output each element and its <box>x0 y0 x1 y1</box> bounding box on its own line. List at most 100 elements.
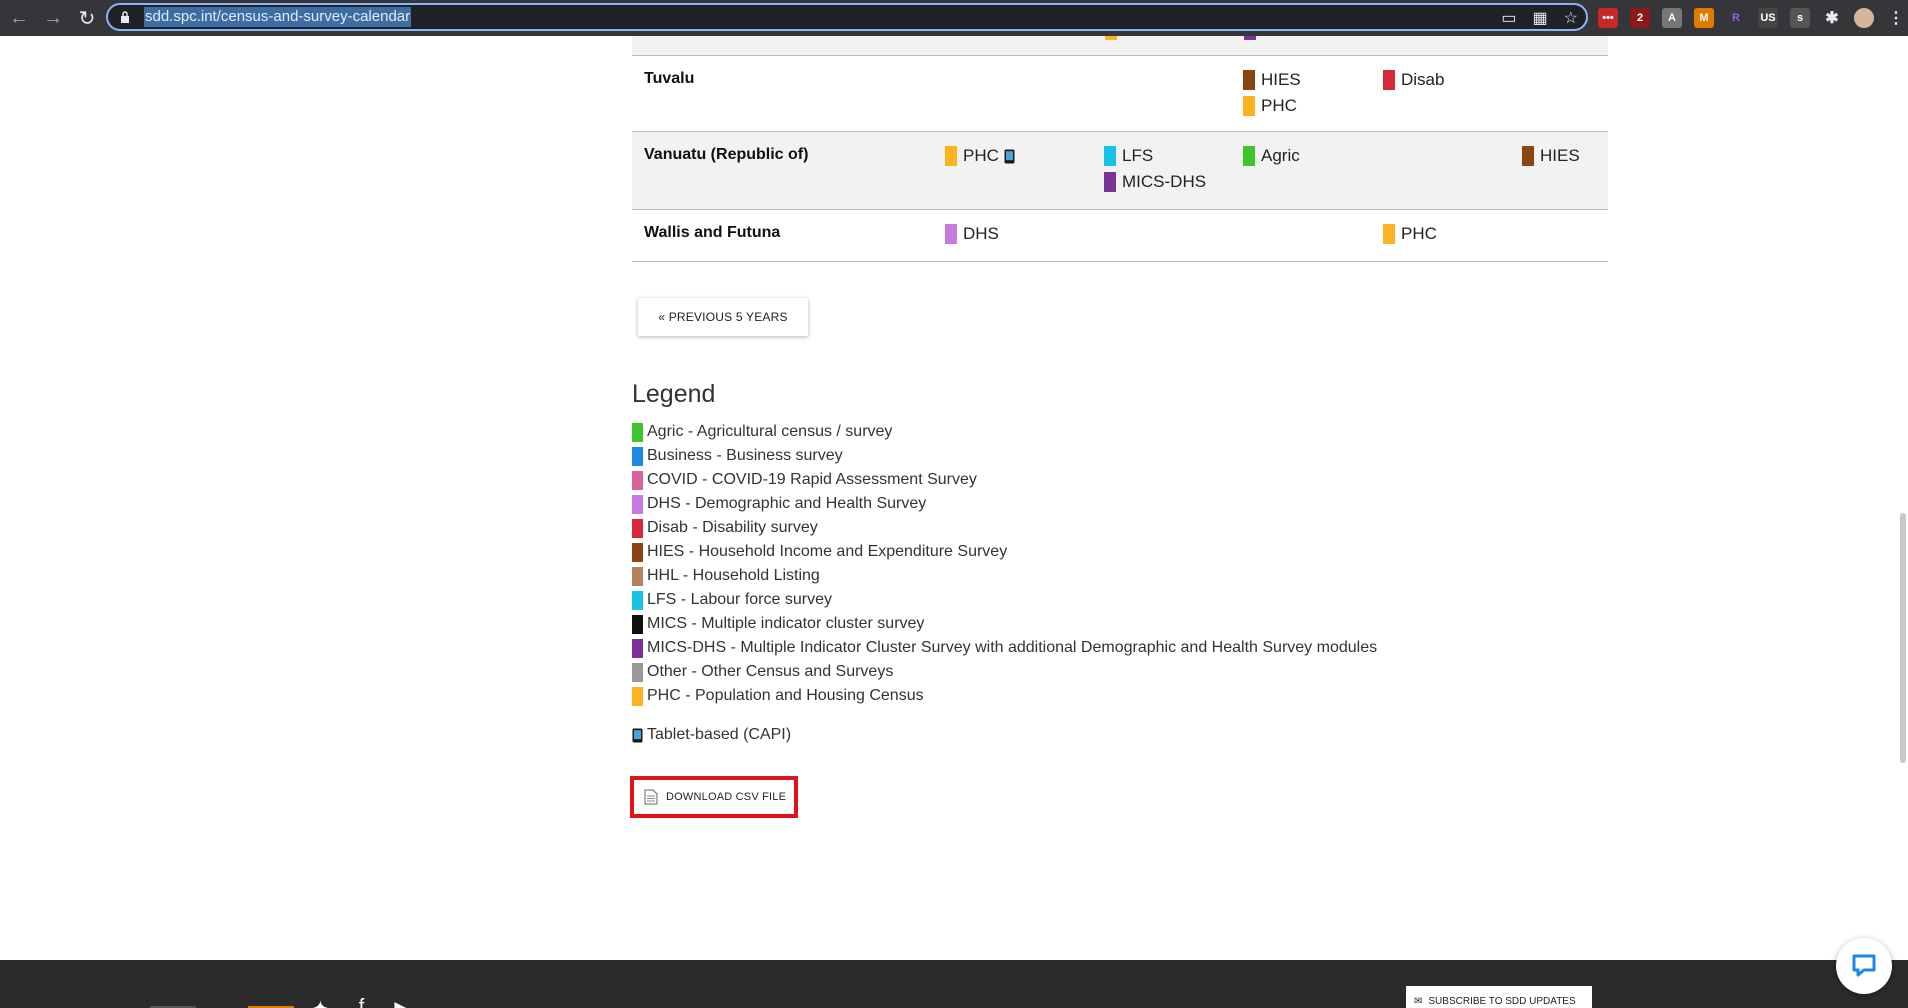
calendar-cell: PHC <box>945 146 1015 172</box>
previous-5-years-button[interactable]: « PREVIOUS 5 YEARS <box>638 298 808 336</box>
survey-chip[interactable]: DHS <box>945 224 999 244</box>
chat-icon <box>1852 954 1876 977</box>
legend-color-swatch <box>632 638 643 658</box>
survey-chip[interactable]: MICS-DHS <box>1104 172 1206 192</box>
profile-avatar[interactable] <box>1854 8 1874 28</box>
survey-chip[interactable]: LFS <box>1104 146 1206 166</box>
survey-code: DHS <box>963 224 999 243</box>
document-icon <box>644 789 658 805</box>
legend-item: DHS - Demographic and Health Survey <box>632 492 1377 516</box>
legend-title: Legend <box>632 380 716 408</box>
survey-color-swatch <box>1243 146 1255 166</box>
extension-r-icon[interactable]: R <box>1726 8 1746 28</box>
address-bar[interactable]: sdd.spc.int/census-and-survey-calendar ▭… <box>106 3 1588 31</box>
survey-code: Agric <box>1261 146 1300 165</box>
legend-color-swatch <box>632 494 643 514</box>
survey-chip[interactable]: PHC <box>1243 96 1301 116</box>
mail-icon: ✉ <box>1414 995 1423 1007</box>
survey-color-swatch <box>1383 70 1395 90</box>
survey-code: PHC <box>1261 96 1297 115</box>
legend-color-swatch <box>632 470 643 490</box>
survey-color-swatch <box>1383 224 1395 244</box>
legend-color-swatch <box>632 566 643 586</box>
calendar-cell: Agric <box>1243 146 1300 172</box>
survey-code: MICS-DHS <box>1122 172 1207 191</box>
extension-lastpass-icon[interactable]: ••• <box>1598 8 1618 28</box>
back-icon[interactable]: ← <box>4 3 34 33</box>
survey-code: PHC <box>1401 224 1437 243</box>
reload-icon[interactable]: ↻ <box>72 3 102 33</box>
survey-color-swatch <box>1522 146 1534 166</box>
youtube-icon[interactable]: ▶ <box>394 996 409 1008</box>
cast-icon[interactable]: ▭ <box>1501 8 1516 28</box>
extension-s-icon[interactable]: s <box>1790 8 1810 28</box>
extension-grey-icon[interactable]: A <box>1662 8 1682 28</box>
survey-color-swatch <box>1243 70 1255 90</box>
legend-item-text: PHC - Population and Housing Census <box>647 687 924 704</box>
twitter-icon[interactable]: ✦ <box>312 996 329 1008</box>
survey-code: HIES <box>1261 70 1301 89</box>
download-csv-button[interactable]: DOWNLOAD CSV FILE <box>630 776 798 818</box>
survey-code: HIES <box>1540 146 1580 165</box>
legend-item: Business - Business survey <box>632 444 1377 468</box>
legend-color-swatch <box>632 590 643 610</box>
survey-color-swatch <box>1104 172 1116 192</box>
survey-code: Disab <box>1401 70 1445 89</box>
legend-item: Disab - Disability survey <box>632 516 1377 540</box>
legend-item: PHC - Population and Housing Census <box>632 684 1377 708</box>
country-name: Tuvalu <box>644 70 695 87</box>
calendar-cell: HIES <box>1522 146 1580 172</box>
legend-color-swatch <box>632 662 643 682</box>
table-row-partial <box>632 36 1608 56</box>
legend-item-text: LFS - Labour force survey <box>647 591 832 608</box>
download-csv-label: DOWNLOAD CSV FILE <box>666 791 787 803</box>
legend-color-swatch <box>632 422 643 442</box>
table-row: Tuvalu HIES PHC Disab <box>632 56 1608 132</box>
tablet-icon <box>1004 149 1015 163</box>
forward-icon[interactable]: → <box>38 3 68 33</box>
legend-item: HHL - Household Listing <box>632 564 1377 588</box>
legend-item: Agric - Agricultural census / survey <box>632 420 1377 444</box>
survey-color-swatch <box>1243 96 1255 116</box>
bookmark-star-icon[interactable]: ☆ <box>1564 8 1578 28</box>
tablet-legend-note: Tablet-based (CAPI) <box>632 726 791 744</box>
browser-toolbar: ← → ↻ sdd.spc.int/census-and-survey-cale… <box>0 0 1908 36</box>
calendar-cell: HIES PHC <box>1243 70 1301 122</box>
survey-chip[interactable]: PHC <box>1383 224 1437 244</box>
page-scrollbar[interactable] <box>1900 513 1906 763</box>
legend-item: COVID - COVID-19 Rapid Assessment Survey <box>632 468 1377 492</box>
survey-chip[interactable]: PHC <box>945 146 1015 166</box>
legend-color-swatch <box>632 614 643 634</box>
table-row: Wallis and Futuna DHS PHC <box>632 210 1608 262</box>
legend-item-text: Business - Business survey <box>647 447 843 464</box>
survey-code: PHC <box>963 146 999 165</box>
survey-chip[interactable]: HIES <box>1522 146 1580 166</box>
legend-item-text: HIES - Household Income and Expenditure … <box>647 543 1008 560</box>
calendar-cell: DHS <box>945 224 999 250</box>
extensions-puzzle-icon[interactable]: ✱ <box>1822 8 1842 28</box>
subscribe-button[interactable]: ✉ SUBSCRIBE TO SDD UPDATES <box>1406 986 1592 1008</box>
chat-widget-button[interactable] <box>1836 938 1892 994</box>
legend-list: Agric - Agricultural census / survey Busi… <box>632 420 1377 708</box>
legend-item-text: Disab - Disability survey <box>647 519 818 536</box>
survey-chip[interactable]: Agric <box>1243 146 1300 166</box>
qr-icon[interactable]: ▦ <box>1533 8 1548 28</box>
extension-ublock-icon[interactable]: 2 <box>1630 8 1650 28</box>
extension-orange-icon[interactable]: M <box>1694 8 1714 28</box>
browser-menu-icon[interactable]: ⋮ <box>1886 8 1906 28</box>
survey-code: LFS <box>1122 146 1154 165</box>
legend-color-swatch <box>632 446 643 466</box>
extension-vpn-icon[interactable]: US <box>1758 8 1778 28</box>
survey-chip[interactable]: Disab <box>1383 70 1444 90</box>
survey-chip[interactable]: HIES <box>1243 70 1301 90</box>
legend-item-text: COVID - COVID-19 Rapid Assessment Survey <box>647 471 977 488</box>
url-text[interactable]: sdd.spc.int/census-and-survey-calendar <box>144 7 412 27</box>
tablet-note-text: Tablet-based (CAPI) <box>647 726 792 743</box>
country-name: Vanuatu (Republic of) <box>644 146 809 163</box>
facebook-icon[interactable]: f <box>359 996 365 1008</box>
calendar-cell: LFS MICS-DHS <box>1104 146 1206 198</box>
survey-color-swatch <box>945 146 957 166</box>
legend-item-text: HHL - Household Listing <box>647 567 820 584</box>
legend-item-text: Other - Other Census and Surveys <box>647 663 894 680</box>
country-name: Wallis and Futuna <box>644 224 781 241</box>
